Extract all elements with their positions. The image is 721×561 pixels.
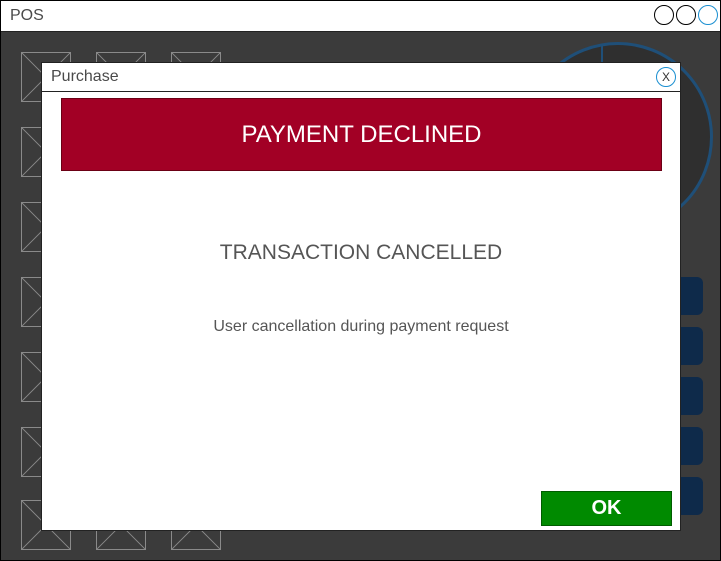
title-bar: POS <box>1 1 720 32</box>
pos-window: POS Purchase X PAYMENT DECLINED TRANSACT… <box>0 0 721 561</box>
dialog-header: Purchase X <box>42 63 680 92</box>
transaction-status: TRANSACTION CANCELLED <box>219 241 503 264</box>
dialog-close-button[interactable]: X <box>656 67 676 87</box>
purchase-dialog: Purchase X PAYMENT DECLINED TRANSACTION … <box>41 62 681 531</box>
dialog-title: Purchase <box>51 68 119 85</box>
maximize-button[interactable] <box>676 5 696 25</box>
cancellation-detail: User cancellation during payment request <box>213 318 509 335</box>
declined-message: PAYMENT DECLINED <box>241 120 482 148</box>
minimize-button[interactable] <box>654 5 674 25</box>
window-controls <box>654 5 718 25</box>
app-title: POS <box>10 7 44 24</box>
close-window-button[interactable] <box>698 5 718 25</box>
declined-banner: PAYMENT DECLINED <box>61 98 662 171</box>
ok-button[interactable]: OK <box>541 491 672 526</box>
